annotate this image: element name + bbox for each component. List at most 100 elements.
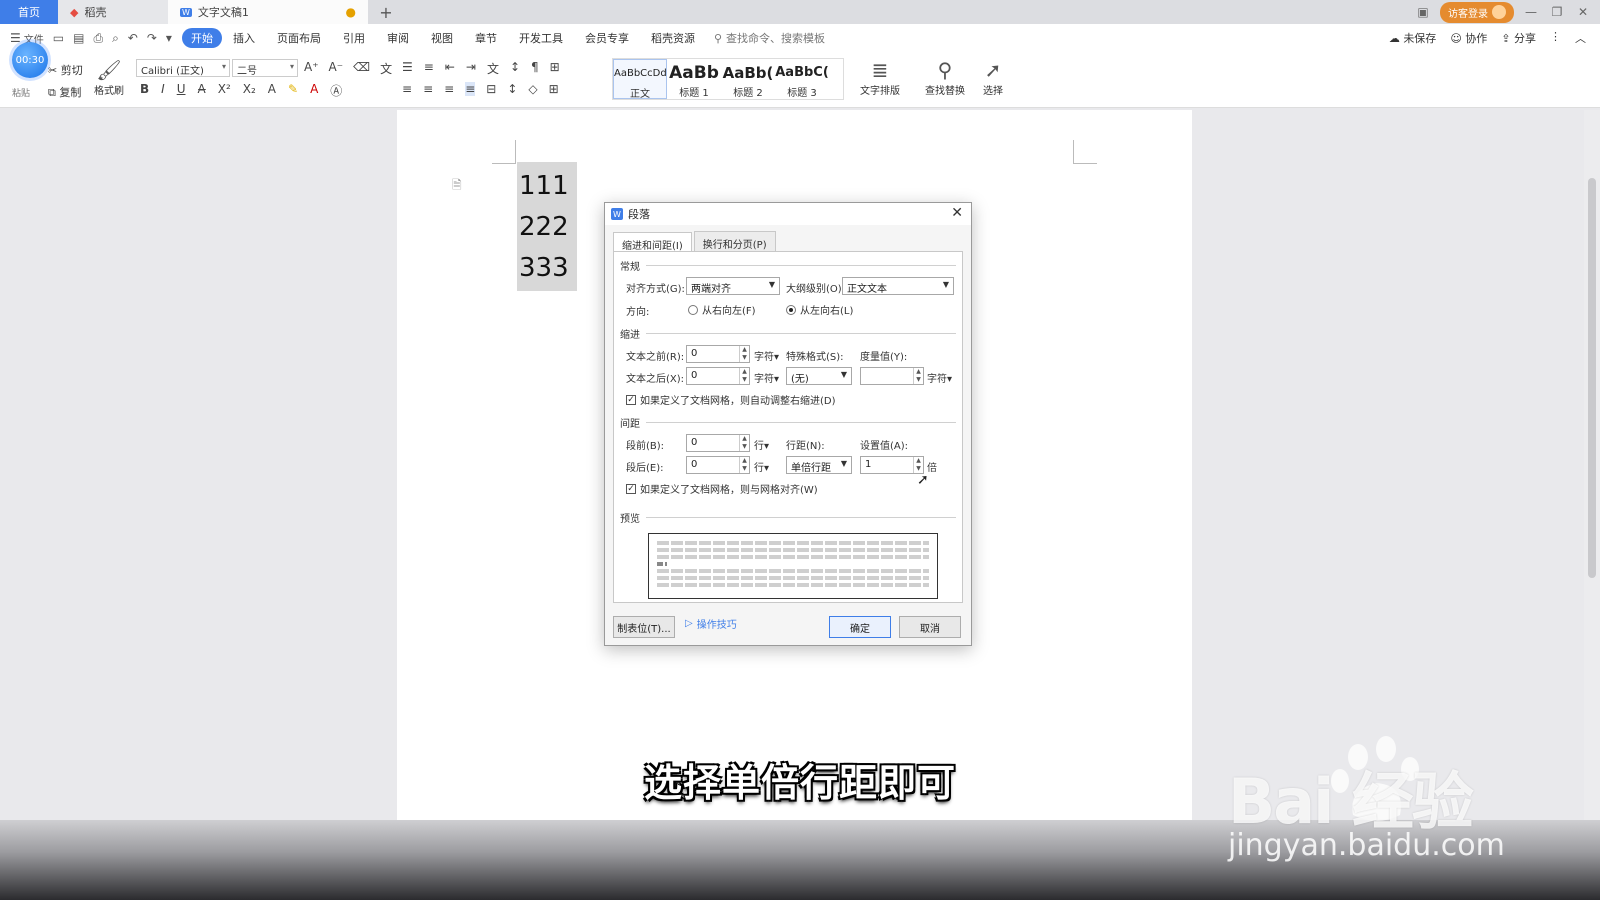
superscript-icon[interactable]: X² <box>218 82 231 99</box>
spinner-icon[interactable]: ▲ ▼ <box>913 368 923 384</box>
tab-home[interactable]: 首页 <box>0 0 58 24</box>
after-text-unit[interactable]: 字符▾ <box>754 370 779 385</box>
minimize-icon[interactable]: — <box>1522 5 1540 19</box>
spinner-icon[interactable]: ▲ ▼ <box>739 368 749 384</box>
export-icon[interactable]: ▤ <box>73 31 84 46</box>
doc-line[interactable]: 222 <box>519 207 569 248</box>
menu-developer[interactable]: 开发工具 <box>508 28 574 48</box>
spinner-icon[interactable]: ▲ ▼ <box>739 435 749 451</box>
increase-indent-icon[interactable]: ⇥ <box>466 60 476 77</box>
line-spacing-select[interactable]: 单倍行距 ▼ <box>786 456 852 474</box>
font-size-select[interactable]: 二号 ▾ <box>232 59 298 77</box>
undo-icon[interactable]: ↶ <box>128 31 138 46</box>
spinner-icon[interactable]: ▲ ▼ <box>739 346 749 362</box>
format-painter-button[interactable]: 🖌 格式刷 <box>92 58 126 97</box>
spinner-icon[interactable]: ▲ ▼ <box>913 457 923 473</box>
redo-icon[interactable]: ↷ <box>147 31 157 46</box>
tab-stops-button[interactable]: 制表位(T)... <box>613 616 675 638</box>
text-effect-icon[interactable]: A <box>268 82 276 99</box>
collab-button[interactable]: ☺ 协作 <box>1450 30 1487 46</box>
ok-button[interactable]: 确定 <box>829 616 891 638</box>
close-window-icon[interactable]: ✕ <box>1574 5 1592 19</box>
strikethrough-icon[interactable]: A̶ <box>198 82 206 99</box>
sort-icon[interactable]: ↕ <box>510 60 520 77</box>
menu-section[interactable]: 章节 <box>464 28 508 48</box>
distributed-icon[interactable]: ⊟ <box>486 82 496 96</box>
selected-text[interactable]: 111 222 333 <box>517 162 577 291</box>
decrease-indent-icon[interactable]: ⇤ <box>445 60 455 77</box>
phonetic-icon[interactable]: 文 <box>380 60 392 77</box>
set-value-input[interactable]: 1 ▲ ▼ <box>860 456 924 474</box>
menu-docer-resources[interactable]: 稻壳资源 <box>640 28 706 48</box>
doc-line[interactable]: 333 <box>519 248 569 289</box>
document-marker-icon[interactable]: 🗎 <box>452 176 462 197</box>
shrink-font-icon[interactable]: A⁻ <box>329 60 344 77</box>
direction-ltr-radio[interactable]: 从左向右(L) <box>786 302 853 317</box>
align-right-icon[interactable]: ≡ <box>444 82 454 96</box>
more-icon[interactable]: ⋮ <box>1550 30 1561 46</box>
paste-button[interactable]: 粘贴 <box>12 86 30 99</box>
show-marks-icon[interactable]: ¶ <box>531 60 539 77</box>
shading-icon[interactable]: ◇ <box>528 82 537 96</box>
underline-icon[interactable]: U <box>177 82 186 99</box>
share-button[interactable]: ⇪ 分享 <box>1501 30 1536 46</box>
cancel-button[interactable]: 取消 <box>899 616 961 638</box>
font-name-select[interactable]: Calibri (正文) ▾ <box>136 59 230 77</box>
style-heading-3[interactable]: AaBbC( 标题 3 <box>775 59 829 99</box>
align-justify-icon[interactable]: ≡ <box>465 82 476 96</box>
style-heading-1[interactable]: AaBb 标题 1 <box>667 59 721 99</box>
numbering-icon[interactable]: ≡ <box>424 60 434 77</box>
grid-align-checkbox[interactable]: ✓ 如果定义了文档网格，则与网格对齐(W) <box>626 481 818 496</box>
unsaved-button[interactable]: ☁ 未保存 <box>1389 30 1437 46</box>
align-left-icon[interactable]: ≡ <box>402 82 412 96</box>
menu-insert[interactable]: 插入 <box>222 28 266 48</box>
menu-member[interactable]: 会员专享 <box>574 28 640 48</box>
print-icon[interactable]: ⎙ <box>93 31 103 46</box>
tab-docer[interactable]: ◆ 稻壳 <box>58 0 168 24</box>
space-after-input[interactable]: 0 ▲ ▼ <box>686 456 750 474</box>
before-text-unit[interactable]: 字符▾ <box>754 348 779 363</box>
direction-rtl-radio[interactable]: 从右向左(F) <box>688 302 756 317</box>
menu-page-layout[interactable]: 页面布局 <box>266 28 332 48</box>
italic-icon[interactable]: I <box>161 82 165 99</box>
menu-home[interactable]: 开始 <box>181 28 222 48</box>
font-color-icon[interactable]: A <box>310 82 318 99</box>
vertical-scrollbar[interactable] <box>1584 110 1600 825</box>
doc-line[interactable]: 111 <box>519 166 569 207</box>
restore-icon[interactable]: ❐ <box>1548 5 1566 19</box>
style-heading-2[interactable]: AaBb( 标题 2 <box>721 59 775 99</box>
highlight-icon[interactable]: ✎ <box>288 82 298 99</box>
grow-font-icon[interactable]: A⁺ <box>304 60 319 77</box>
measure-input[interactable]: ▲ ▼ <box>860 367 924 385</box>
line-spacing-icon[interactable]: ↕ <box>507 82 517 96</box>
scroll-thumb[interactable] <box>1588 178 1596 578</box>
chinese-layout-icon[interactable]: 文 <box>487 60 499 77</box>
cut-button[interactable]: ✂ 剪切 <box>48 62 83 78</box>
collapse-ribbon-icon[interactable]: ︿ <box>1575 30 1586 46</box>
select-button[interactable]: ➚ 选择 <box>976 58 1010 97</box>
outline-level-select[interactable]: 正文文本 ▼ <box>842 277 954 295</box>
layout-icon[interactable]: ▣ <box>1414 5 1432 19</box>
bullets-icon[interactable]: ☰ <box>402 60 413 77</box>
style-normal[interactable]: AaBbCcDd 正文 <box>613 59 667 100</box>
alignment-select[interactable]: 两端对齐 ▼ <box>686 277 780 295</box>
customize-icon[interactable]: ▾ <box>166 31 172 46</box>
char-border-icon[interactable]: Ⓐ <box>330 82 342 99</box>
find-replace-button[interactable]: ⚲ 查找替换 <box>920 58 970 97</box>
spinner-icon[interactable]: ▲ ▼ <box>739 457 749 473</box>
menu-references[interactable]: 引用 <box>332 28 376 48</box>
space-after-unit[interactable]: 行▾ <box>754 459 769 474</box>
table-line-icon[interactable]: ⊞ <box>550 60 560 77</box>
before-text-input[interactable]: 0 ▲ ▼ <box>686 345 750 363</box>
measure-unit[interactable]: 字符▾ <box>927 370 952 385</box>
menu-view[interactable]: 视图 <box>420 28 464 48</box>
command-search[interactable]: ⚲ 查找命令、搜索模板 <box>714 30 825 46</box>
space-before-input[interactable]: 0 ▲ ▼ <box>686 434 750 452</box>
tab-document[interactable]: W 文字文稿1 ● <box>168 0 368 24</box>
borders-icon[interactable]: ⊞ <box>549 82 559 96</box>
special-format-select[interactable]: (无) ▼ <box>786 367 852 385</box>
guest-login-button[interactable]: 访客登录 <box>1440 1 1514 23</box>
save-icon[interactable]: ▭ <box>53 31 64 46</box>
menu-icon[interactable]: ☰ <box>10 31 21 46</box>
after-text-input[interactable]: 0 ▲ ▼ <box>686 367 750 385</box>
